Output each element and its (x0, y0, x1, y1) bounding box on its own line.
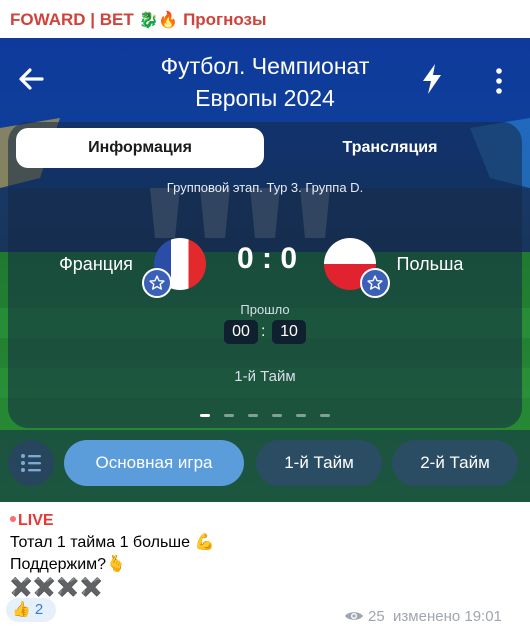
match-card: Информация Трансляция Групповой этап. Ту… (8, 122, 522, 428)
filter-main-game[interactable]: Основная игра (64, 440, 244, 486)
reaction-count: 2 (34, 601, 44, 618)
live-dot-icon (10, 516, 16, 522)
stage-label: Групповой этап. Тур 3. Группа D. (166, 180, 364, 195)
away-team-name: Польша (396, 254, 464, 274)
view-count: 25 (368, 608, 385, 625)
elapsed-label: Прошло (240, 302, 290, 317)
channel-title: FOWARD | BET (10, 10, 134, 29)
page-dot[interactable] (248, 414, 258, 417)
live-label: LIVE (18, 512, 54, 529)
timer-separator: : (261, 323, 266, 340)
edited-label: изменено 19:01 (393, 608, 502, 625)
star-icon[interactable] (142, 268, 172, 298)
lightning-icon[interactable] (418, 62, 446, 96)
timer-minutes: 00 (224, 320, 258, 344)
channel-tag: Прогнозы (183, 10, 267, 29)
page-dot[interactable] (296, 414, 306, 417)
period-label: 1-й Тайм (234, 368, 296, 385)
title-line-1: Футбол. Чемпионат (160, 53, 370, 79)
home-team-name: Франция (59, 254, 133, 274)
timer-seconds: 10 (272, 320, 306, 344)
live-line: LIVE (10, 510, 520, 532)
tab-bar: Информация Трансляция (16, 128, 514, 168)
match-screenshot: Футбол. Чемпионат Европы 2024 Информация… (0, 38, 530, 502)
match-score: 0 : 0 (236, 242, 298, 275)
post-meta: 25 изменено 19:01 (344, 608, 524, 625)
page-dot[interactable] (200, 414, 210, 417)
bet-line: Тотал 1 тайма 1 больше 💪 (10, 532, 520, 554)
filter-bar: Основная игра 1-й Тайм 2-й Тайм (0, 430, 530, 502)
fire-emoji: 🔥 (158, 12, 179, 29)
page-dot[interactable] (320, 414, 330, 417)
muscle-emoji: 💪 (194, 534, 215, 551)
post-text: LIVE Тотал 1 тайма 1 больше 💪 Поддержим?… (10, 510, 520, 598)
hand-emoji: 🫰 (106, 556, 126, 573)
title-line-2: Европы 2024 (195, 85, 335, 111)
filter-second-half[interactable]: 2-й Тайм (392, 440, 518, 486)
match-timer: 00 : 10 (224, 320, 310, 344)
cross-marks: ✖️✖️✖️✖️ (10, 577, 104, 597)
page-indicator (200, 414, 330, 418)
tab-info[interactable]: Информация (16, 128, 264, 168)
channel-name[interactable]: FOWARD | BET 🐉🔥 Прогнозы (0, 0, 530, 38)
tab-stream[interactable]: Трансляция (266, 128, 514, 168)
filter-first-half[interactable]: 1-й Тайм (256, 440, 382, 486)
bet-text: Тотал 1 тайма 1 больше (10, 534, 191, 551)
page-dot[interactable] (224, 414, 234, 417)
page-dot[interactable] (272, 414, 282, 417)
dragon-emoji: 🐉 (138, 12, 159, 29)
app-bar: Футбол. Чемпионат Европы 2024 (0, 38, 530, 120)
page-title: Футбол. Чемпионат Европы 2024 (90, 50, 440, 114)
list-icon[interactable] (8, 440, 54, 486)
eye-icon (345, 612, 363, 620)
more-vertical-icon[interactable] (488, 66, 510, 96)
support-text: Поддержим? (10, 556, 107, 573)
support-line: Поддержим?🫰 (10, 554, 520, 576)
reaction-badge[interactable]: 👍 2 (6, 598, 56, 622)
thumbs-up-emoji: 👍 (12, 601, 31, 618)
back-arrow-icon[interactable] (14, 62, 48, 96)
